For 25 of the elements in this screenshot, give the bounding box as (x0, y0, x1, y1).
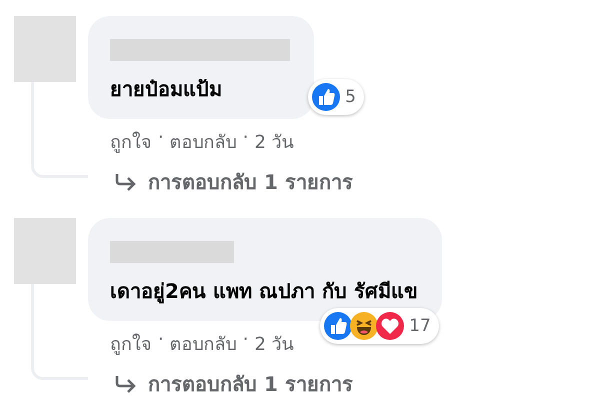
reaction-summary[interactable]: 17 (320, 308, 439, 344)
reaction-summary[interactable]: 5 (308, 79, 364, 115)
thumbs-up-icon (311, 82, 342, 112)
separator-dot: · (242, 329, 248, 352)
action-link[interactable]: ถูกใจ (110, 329, 152, 358)
action-link[interactable]: ตอบกลับ (170, 127, 237, 156)
reply-arrow-icon (114, 375, 136, 393)
view-replies-link[interactable]: การตอบกลับ 1 รายการ (114, 368, 353, 400)
timestamp: 2 วัน (254, 333, 294, 357)
action-link[interactable]: ตอบกลับ (170, 329, 237, 358)
action-link[interactable]: ถูกใจ (110, 127, 152, 156)
laughing-face-icon (349, 311, 380, 341)
separator-dot: · (242, 127, 248, 150)
comment-text: ยายป๋อมแป้ม (110, 76, 223, 103)
view-replies-link[interactable]: การตอบกลับ 1 รายการ (114, 166, 353, 198)
reply-arrow-icon (114, 173, 136, 191)
comment-text: เดาอยู่2คน แพท ณปภา กับ รัศมีแข (110, 278, 418, 306)
separator-dot: · (158, 127, 164, 150)
avatar[interactable] (14, 16, 76, 82)
reaction-count: 17 (409, 316, 431, 336)
timestamp: 2 วัน (254, 131, 294, 155)
thumbs-up-icon (323, 311, 354, 341)
avatar[interactable] (14, 218, 76, 284)
separator-dot: · (158, 329, 164, 352)
reaction-count: 5 (345, 87, 356, 107)
